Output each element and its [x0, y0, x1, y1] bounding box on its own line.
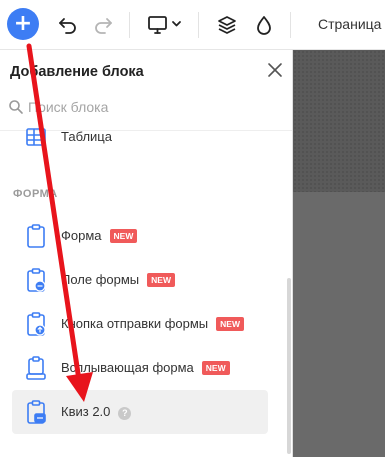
- list-item-label: Форма: [61, 228, 102, 243]
- list-item-table[interactable]: Таблица: [12, 115, 268, 159]
- list-item-popup-form[interactable]: Всплывающая форма NEW: [12, 346, 268, 390]
- list-item-submit-button[interactable]: Кнопка отправки формы NEW: [12, 302, 268, 346]
- new-badge: NEW: [201, 361, 230, 375]
- list-item-label: Всплывающая форма: [61, 360, 194, 375]
- help-icon[interactable]: ?: [118, 407, 132, 420]
- layers-icon[interactable]: [216, 14, 238, 36]
- list-item-label: Поле формы: [61, 272, 140, 287]
- section-heading-form: ФОРМА: [13, 188, 58, 200]
- undo-icon[interactable]: [57, 14, 79, 36]
- quiz-icon: [25, 398, 47, 426]
- drop-icon[interactable]: [253, 14, 275, 36]
- list-item-label: Квиз 2.0: [61, 404, 111, 419]
- new-badge: NEW: [147, 273, 175, 287]
- clipboard-submit-icon: [25, 310, 47, 338]
- block-list: Таблица ФОРМА Форма NEW Поле формы NEW К…: [0, 128, 292, 457]
- new-badge: NEW: [216, 317, 244, 331]
- scrollbar[interactable]: [287, 278, 291, 454]
- list-item-form-field[interactable]: Поле формы NEW: [12, 258, 268, 302]
- popup-form-icon: [25, 354, 47, 382]
- add-block-panel: Добавление блока Таблица ФОРМА: [0, 50, 293, 457]
- page-selector[interactable]: Страница 1: [318, 16, 385, 32]
- toolbar-divider: [129, 12, 130, 38]
- toolbar-divider: [198, 12, 199, 38]
- search-icon: [8, 99, 24, 115]
- redo-icon[interactable]: [92, 14, 114, 36]
- clipboard-icon: [25, 222, 47, 250]
- toolbar-divider: [290, 12, 291, 38]
- list-item-quiz[interactable]: Квиз 2.0?: [12, 390, 268, 434]
- list-item-form[interactable]: Форма NEW: [12, 214, 268, 258]
- table-icon: [25, 123, 47, 151]
- new-badge: NEW: [109, 229, 138, 243]
- list-item-label: Кнопка отправки формы: [61, 316, 209, 331]
- top-toolbar: + Страница 1: [0, 0, 385, 50]
- list-item-label: Таблица: [61, 129, 112, 144]
- device-select[interactable]: [147, 14, 183, 36]
- panel-title: Добавление блока: [10, 64, 144, 80]
- editor-canvas[interactable]: [293, 50, 385, 457]
- close-icon[interactable]: [266, 61, 284, 79]
- clipboard-field-icon: [25, 266, 47, 294]
- add-block-button[interactable]: +: [7, 8, 39, 40]
- canvas-pattern-area: [293, 50, 385, 192]
